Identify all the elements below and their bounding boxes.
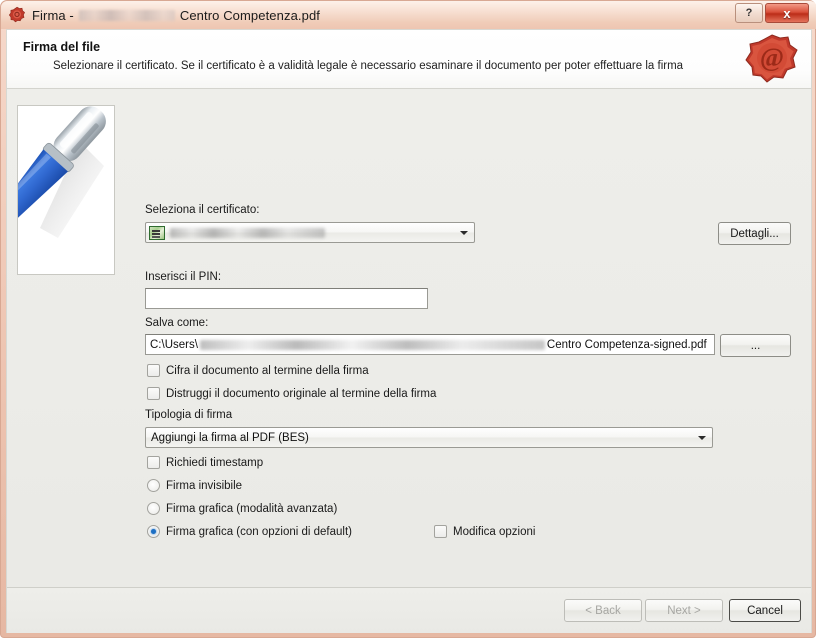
cancel-button[interactable]: Cancel bbox=[729, 599, 801, 622]
pin-input[interactable] bbox=[145, 288, 428, 309]
seal-at-glyph: @ bbox=[760, 43, 784, 72]
encrypt-checkbox[interactable] bbox=[147, 364, 160, 377]
application-window: Firma - Centro Competenza.pdf ? x Firma d… bbox=[0, 0, 816, 638]
modify-options-checkbox-label: Modifica opzioni bbox=[453, 525, 536, 538]
radio-graphic-default[interactable] bbox=[147, 525, 160, 538]
back-button[interactable]: < Back bbox=[564, 599, 642, 622]
wizard-header: Firma del file Selezionare il certificat… bbox=[7, 30, 811, 89]
radio-invisible-label: Firma invisibile bbox=[166, 479, 243, 492]
destroy-checkbox[interactable] bbox=[147, 387, 160, 400]
help-button[interactable]: ? bbox=[735, 3, 763, 23]
encrypt-checkbox-label: Cifra il documento al termine della firm… bbox=[166, 364, 369, 377]
window-title-document: Centro Competenza.pdf bbox=[179, 7, 320, 23]
modify-options-checkbox[interactable] bbox=[434, 525, 447, 538]
certificate-value-redacted bbox=[170, 227, 325, 238]
saveas-redacted bbox=[199, 339, 545, 350]
footer-bar: < Back Next > Cancel bbox=[7, 588, 811, 633]
saveas-prefix: C:\Users\ bbox=[150, 338, 198, 351]
timestamp-checkbox-label: Richiedi timestamp bbox=[166, 456, 264, 469]
pen-illustration bbox=[17, 105, 115, 275]
timestamp-checkbox[interactable] bbox=[147, 456, 160, 469]
window-title-redacted bbox=[78, 9, 175, 21]
modify-options-checkbox-row[interactable]: Modifica opzioni bbox=[434, 525, 535, 538]
radio-invisible[interactable] bbox=[147, 479, 160, 492]
saveas-suffix: Centro Competenza-signed.pdf bbox=[546, 338, 707, 351]
browse-button[interactable]: ... bbox=[720, 334, 791, 357]
client-area: Firma del file Selezionare il certificat… bbox=[6, 29, 812, 633]
close-button[interactable]: x bbox=[765, 3, 809, 23]
encrypt-checkbox-row[interactable]: Cifra il documento al termine della firm… bbox=[147, 364, 369, 377]
signature-type-label: Tipologia di firma bbox=[145, 409, 233, 421]
radio-graphic-advanced[interactable] bbox=[147, 502, 160, 515]
destroy-checkbox-row[interactable]: Distruggi il documento originale al term… bbox=[147, 387, 436, 400]
window-controls: ? x bbox=[735, 3, 809, 23]
certificate-label: Seleziona il certificato: bbox=[145, 204, 260, 216]
chevron-down-icon bbox=[460, 231, 468, 235]
wax-seal-logo-icon: @ bbox=[743, 33, 801, 87]
window-title: Firma - Centro Competenza.pdf bbox=[32, 8, 320, 23]
wizard-body: Seleziona il certificato: Dettagli... In… bbox=[7, 89, 811, 633]
certificate-select[interactable] bbox=[145, 222, 475, 243]
window-title-prefix: Firma - bbox=[32, 7, 74, 23]
radio-graphic-default-label: Firma grafica (con opzioni di default) bbox=[166, 525, 352, 538]
chevron-down-icon-2 bbox=[698, 436, 706, 440]
radio-graphic-default-row[interactable]: Firma grafica (con opzioni di default) bbox=[147, 525, 352, 538]
destroy-checkbox-label: Distruggi il documento originale al term… bbox=[166, 387, 437, 400]
certificate-icon bbox=[149, 225, 165, 240]
saveas-input[interactable]: C:\Users\ Centro Competenza-signed.pdf bbox=[145, 334, 715, 355]
radio-graphic-advanced-label: Firma grafica (modalità avanzata) bbox=[166, 502, 338, 515]
radio-invisible-row[interactable]: Firma invisibile bbox=[147, 479, 242, 492]
title-bar[interactable]: Firma - Centro Competenza.pdf ? x bbox=[1, 1, 816, 29]
signature-type-select[interactable]: Aggiungi la firma al PDF (BES) bbox=[145, 427, 713, 448]
signature-type-value: Aggiungi la firma al PDF (BES) bbox=[151, 431, 309, 444]
pin-label: Inserisci il PIN: bbox=[145, 271, 222, 283]
radio-graphic-advanced-row[interactable]: Firma grafica (modalità avanzata) bbox=[147, 502, 337, 515]
next-button[interactable]: Next > bbox=[645, 599, 723, 622]
wax-seal-icon bbox=[8, 6, 26, 24]
page-subtitle: Selezionare il certificato. Se il certif… bbox=[53, 60, 684, 72]
timestamp-checkbox-row[interactable]: Richiedi timestamp bbox=[147, 456, 263, 469]
page-title: Firma del file bbox=[23, 40, 101, 54]
details-button[interactable]: Dettagli... bbox=[718, 222, 791, 245]
saveas-label: Salva come: bbox=[145, 317, 209, 329]
